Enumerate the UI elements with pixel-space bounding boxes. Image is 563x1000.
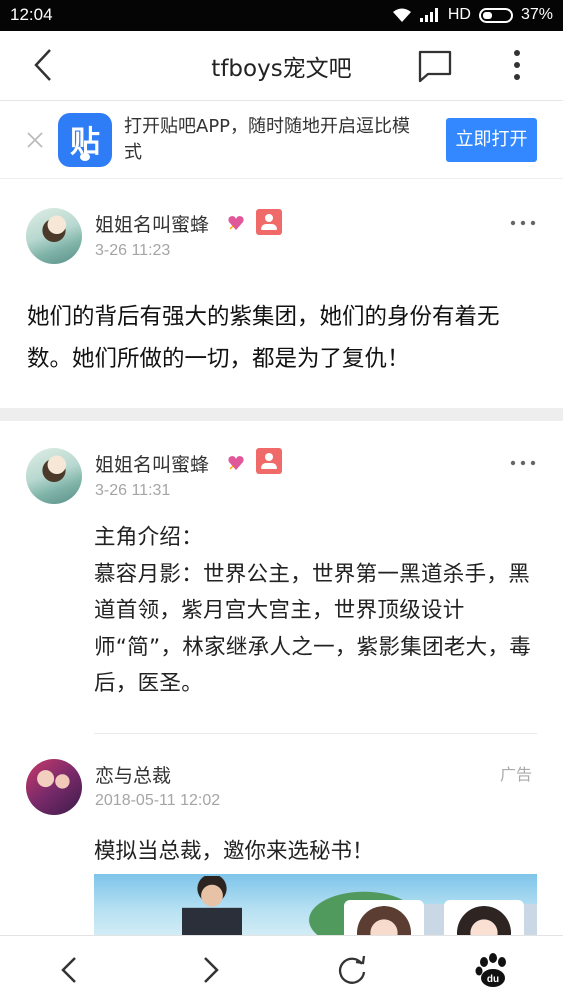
svg-text:du: du (487, 974, 499, 985)
battery-icon (478, 7, 513, 23)
ad-image-portrait (444, 900, 524, 940)
status-time: 12:04 (10, 5, 53, 24)
post-content: 她们的背后有强大的紫集团，她们的身份有着无数。她们所做的一切，都是为了复仇！ (27, 304, 500, 372)
avatar[interactable] (26, 448, 82, 504)
status-right: HD 37% (392, 5, 553, 25)
section-divider (0, 408, 563, 421)
chevron-left-icon[interactable] (50, 950, 90, 990)
user-badge-icon (256, 448, 282, 474)
refresh-icon[interactable] (332, 950, 372, 990)
more-horizontal-icon[interactable] (510, 459, 536, 467)
wifi-icon (392, 8, 411, 22)
signal-icon (419, 8, 438, 22)
more-horizontal-icon[interactable] (510, 219, 536, 227)
top-bar: tfboys宠文吧 (0, 31, 563, 101)
network-label: HD (447, 6, 471, 23)
chevron-right-icon[interactable] (190, 950, 230, 990)
post-time: 3-26 11:23 (95, 242, 171, 259)
app-promo-text: 打开贴吧APP，随时随地开启逗比模式 (124, 116, 411, 163)
post-content: 主角介绍： 慕容月影：世界公主，世界第一黑道杀手，黑道首领，紫月宫大宫主，世界顶… (94, 520, 544, 703)
ad-avatar[interactable] (26, 759, 82, 815)
comment-icon[interactable] (414, 46, 456, 86)
more-vertical-icon[interactable] (500, 45, 534, 85)
post-username[interactable]: 姐姐名叫蜜蜂 (95, 210, 209, 237)
user-badge-icon (256, 209, 282, 235)
divider (94, 733, 537, 734)
post-content-line: 主角介绍： (94, 525, 204, 550)
ad-image[interactable] (94, 874, 537, 940)
ad-name[interactable]: 恋与总裁 (95, 761, 171, 788)
ad-label: 广告 (500, 765, 533, 784)
avatar[interactable] (26, 208, 82, 264)
post-content-line: 慕容月影：世界公主，世界第一黑道杀手，黑道首领，紫月宫大宫主，世界顶级设计师“简… (94, 561, 532, 697)
page-title: tfboys宠文吧 (211, 56, 352, 82)
open-app-button[interactable]: 立即打开 (446, 118, 537, 162)
baidu-paw-icon[interactable]: du (472, 950, 512, 990)
post-time: 3-26 11:31 (95, 482, 171, 499)
paw-icon (80, 153, 90, 161)
post-username[interactable]: 姐姐名叫蜜蜂 (95, 450, 209, 477)
ad-time: 2018-05-11 12:02 (95, 792, 221, 809)
ad-text[interactable]: 模拟当总裁，邀你来选秘书！ (94, 834, 374, 865)
bottom-nav: du (0, 935, 563, 1000)
tieba-logo: 贴 (58, 113, 112, 167)
sparkling-heart-icon (228, 216, 244, 230)
ad-image-man (182, 876, 242, 940)
status-bar: 12:04 HD 37% (0, 0, 563, 31)
ad-image-portrait (344, 900, 424, 940)
battery-level: 37% (520, 6, 553, 23)
close-icon[interactable] (24, 129, 46, 151)
sparkling-heart-icon (228, 456, 244, 470)
